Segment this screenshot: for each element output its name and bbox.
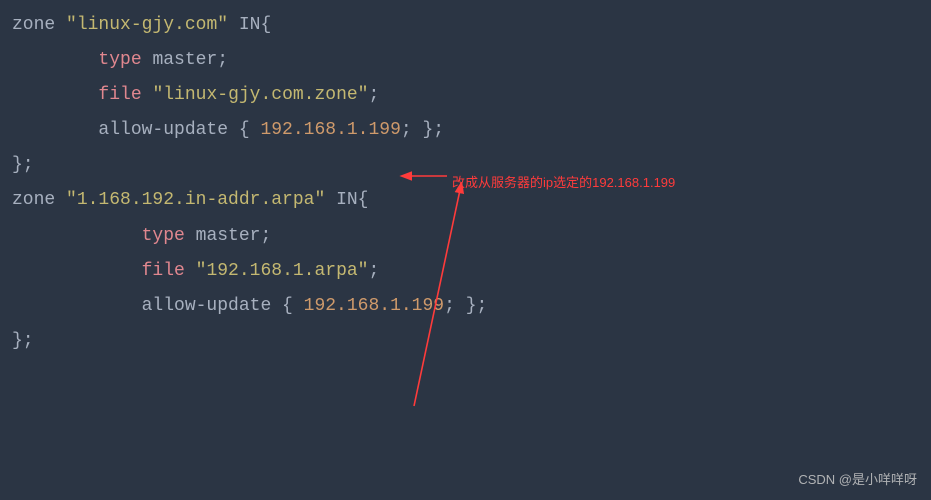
code-text: }; [12, 155, 34, 175]
code-string: "linux-gjy.com" [66, 15, 228, 35]
code-text [142, 85, 153, 105]
code-text: ; }; [444, 296, 487, 316]
code-line-12: }; [12, 324, 931, 359]
code-text: }; [12, 331, 34, 351]
code-line-4: allow-update { 192.168.1.199; }; [12, 113, 931, 148]
code-line-1: zone "linux-gjy.com" IN{ [12, 8, 931, 43]
code-text: master; [142, 50, 228, 70]
code-text: ; }; [401, 120, 444, 140]
code-indent [12, 85, 98, 105]
annotation-text: 改成从服务器的ip选定的192.168.1.199 [452, 170, 675, 195]
code-text [185, 261, 196, 281]
code-text: IN{ [325, 190, 368, 210]
code-number: 192.168.1.199 [260, 120, 400, 140]
code-text: ; [369, 85, 380, 105]
code-number: 192.168.1.199 [304, 296, 444, 316]
code-text: ; [368, 261, 379, 281]
code-string: "192.168.1.arpa" [196, 261, 369, 281]
code-keyword: type [142, 226, 185, 246]
code-text: allow-update { [12, 120, 260, 140]
code-text: IN{ [228, 15, 271, 35]
code-text: allow-update { [12, 296, 304, 316]
code-line-8: type master; [12, 219, 931, 254]
code-keyword: type [98, 50, 141, 70]
code-line-9: file "192.168.1.arpa"; [12, 254, 931, 289]
code-line-10: allow-update { 192.168.1.199; }; [12, 289, 931, 324]
code-indent [12, 226, 142, 246]
watermark: CSDN @是小咩咩呀 [798, 467, 917, 492]
code-text: zone [12, 190, 66, 210]
code-indent [12, 261, 142, 281]
code-text: master; [185, 226, 271, 246]
code-string: "1.168.192.in-addr.arpa" [66, 190, 325, 210]
code-indent [12, 50, 98, 70]
code-string: "linux-gjy.com.zone" [152, 85, 368, 105]
code-text: zone [12, 15, 66, 35]
code-line-3: file "linux-gjy.com.zone"; [12, 78, 931, 113]
code-keyword: file [98, 85, 141, 105]
code-line-2: type master; [12, 43, 931, 78]
code-keyword: file [142, 261, 185, 281]
